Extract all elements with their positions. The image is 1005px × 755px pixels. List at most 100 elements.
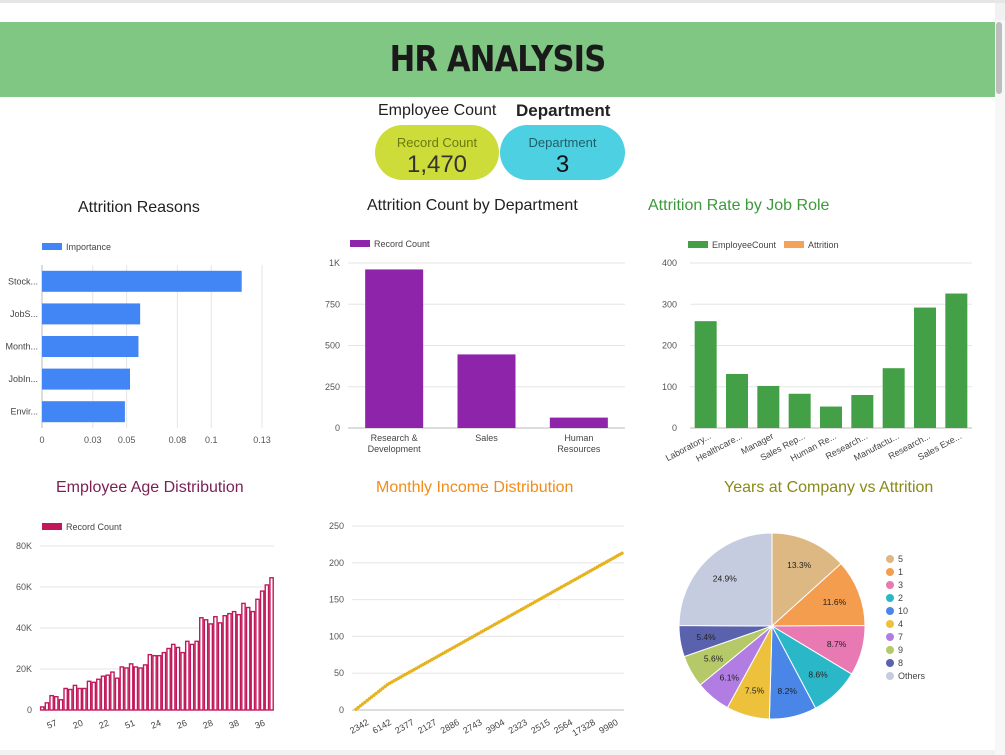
bar bbox=[227, 612, 232, 711]
y-tick-label: 0 bbox=[339, 705, 344, 715]
y-tick-label: 750 bbox=[325, 299, 340, 309]
data-point bbox=[620, 551, 624, 555]
bar bbox=[365, 269, 424, 428]
x-tick-label: Research & Development bbox=[368, 433, 422, 454]
y-tick-label: 200 bbox=[662, 341, 677, 351]
bar bbox=[138, 667, 143, 711]
legend-importance: Importance bbox=[66, 242, 111, 252]
x-tick-label: Sales bbox=[475, 433, 498, 443]
slice-label: 8.6% bbox=[808, 670, 828, 680]
bar bbox=[882, 368, 905, 428]
bar bbox=[222, 615, 228, 711]
y-tick-label: 80K bbox=[16, 541, 32, 551]
bar bbox=[49, 694, 54, 711]
legend-dot bbox=[886, 620, 894, 628]
bar bbox=[133, 666, 139, 711]
bar bbox=[757, 385, 780, 428]
y-tick-label: 0 bbox=[27, 705, 32, 715]
bar bbox=[142, 664, 148, 711]
y-tick-label: 20K bbox=[16, 664, 32, 674]
bar bbox=[245, 606, 251, 711]
legend-attrition-swatch bbox=[784, 241, 804, 248]
bar bbox=[170, 643, 176, 711]
x-tick-label: 2377 bbox=[393, 717, 415, 736]
x-tick-label: 51 bbox=[123, 718, 136, 731]
bar bbox=[213, 616, 218, 711]
bar bbox=[72, 684, 78, 711]
bar bbox=[217, 622, 223, 711]
legend-label: 7 bbox=[898, 632, 903, 642]
slice-label: 5.6% bbox=[704, 654, 724, 664]
scrollbar-thumb[interactable] bbox=[996, 22, 1002, 94]
legend-label: 10 bbox=[898, 606, 908, 616]
x-tick-label: 3904 bbox=[484, 717, 506, 736]
bar bbox=[42, 368, 130, 390]
slice-label: 8.7% bbox=[827, 639, 847, 649]
bar bbox=[152, 654, 157, 711]
vertical-scrollbar[interactable] bbox=[995, 20, 1005, 755]
x-tick-label: 20 bbox=[71, 718, 84, 731]
y-tick-label: 40K bbox=[16, 623, 32, 633]
x-tick-label: 24 bbox=[149, 718, 162, 731]
bar bbox=[128, 663, 134, 711]
bar bbox=[199, 617, 204, 711]
x-tick-label: 9980 bbox=[597, 717, 619, 736]
bar bbox=[208, 623, 214, 711]
slice-label: 11.6% bbox=[823, 597, 847, 607]
bar bbox=[124, 667, 129, 711]
bar bbox=[42, 401, 125, 423]
x-tick-label: 2323 bbox=[507, 717, 529, 736]
bar bbox=[726, 373, 748, 428]
x-tick-label: 2743 bbox=[461, 717, 483, 736]
legend-dot bbox=[886, 555, 894, 563]
y-tick-label: 50 bbox=[334, 668, 344, 678]
x-tick-label: Human Resources bbox=[557, 433, 601, 454]
bar bbox=[161, 651, 167, 711]
bar bbox=[945, 293, 968, 428]
legend-dot bbox=[886, 659, 894, 667]
legend-label: 2 bbox=[898, 593, 903, 603]
x-tick-label: 6142 bbox=[371, 717, 393, 736]
bar bbox=[77, 687, 83, 711]
legend-employee-count: EmployeeCount bbox=[712, 240, 777, 250]
legend-dot bbox=[886, 607, 894, 615]
bar bbox=[255, 598, 260, 711]
bar bbox=[166, 647, 171, 711]
bar bbox=[105, 674, 111, 711]
legend-label: 1 bbox=[898, 567, 903, 577]
x-tick-label: 57 bbox=[45, 718, 58, 731]
bar bbox=[236, 613, 242, 711]
x-tick-label: 2342 bbox=[348, 717, 370, 736]
y-tick-label: Stock... bbox=[8, 276, 38, 286]
y-tick-label: 250 bbox=[329, 521, 344, 531]
bar bbox=[820, 406, 842, 428]
y-tick-label: JobS... bbox=[10, 309, 38, 319]
legend-dot bbox=[886, 672, 894, 680]
y-tick-label: 1K bbox=[329, 258, 340, 268]
legend-dot bbox=[886, 594, 894, 602]
x-tick-label: 0.03 bbox=[84, 435, 102, 445]
y-tick-label: 500 bbox=[325, 341, 340, 351]
bar bbox=[457, 354, 516, 428]
bar bbox=[91, 681, 97, 711]
bar bbox=[269, 577, 274, 711]
x-tick-label: 17328 bbox=[570, 717, 597, 738]
legend-record-count: Record Count bbox=[374, 239, 430, 249]
legend-employee-count-swatch bbox=[688, 241, 708, 248]
y-tick-label: 300 bbox=[662, 299, 677, 309]
bar bbox=[119, 666, 125, 711]
x-tick-label: 22 bbox=[97, 718, 110, 731]
bar bbox=[189, 643, 195, 711]
bar bbox=[42, 270, 242, 292]
bar bbox=[175, 646, 181, 711]
bar bbox=[63, 687, 68, 711]
legend-importance-swatch bbox=[42, 243, 62, 250]
legend-label: 3 bbox=[898, 580, 903, 590]
y-tick-label: 150 bbox=[329, 595, 344, 605]
bar bbox=[549, 417, 608, 428]
x-tick-label: 2564 bbox=[552, 717, 574, 736]
x-tick-label: 38 bbox=[227, 718, 240, 731]
x-tick-label: 0.13 bbox=[253, 435, 271, 445]
x-tick-label: 36 bbox=[253, 718, 266, 731]
slice-label: 6.1% bbox=[720, 673, 740, 683]
